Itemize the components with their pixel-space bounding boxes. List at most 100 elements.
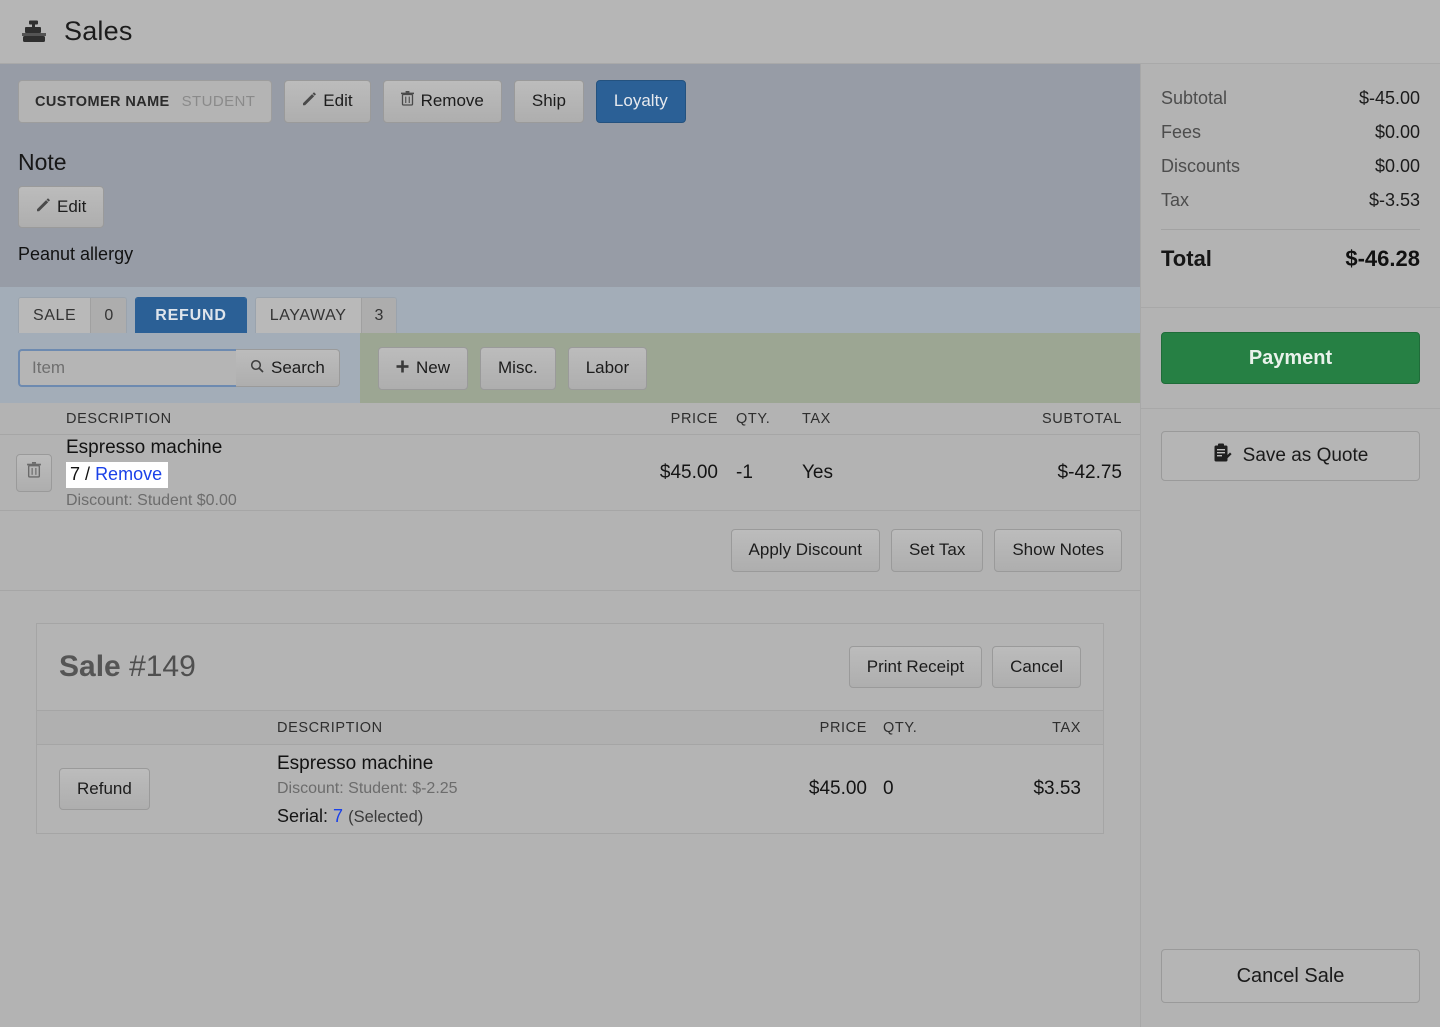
save-as-quote-label: Save as Quote bbox=[1242, 445, 1369, 466]
sale-card-header: Sale #149 Print Receipt Cancel bbox=[37, 624, 1103, 712]
tab-layaway-label: LAYAWAY bbox=[255, 298, 361, 334]
main-column: CUSTOMER NAME STUDENT Edit Remove Ship L… bbox=[0, 64, 1140, 1027]
serial-number: 7 bbox=[70, 464, 81, 485]
totals-row-fees: Fees $0.00 bbox=[1161, 122, 1420, 143]
cancel-button[interactable]: Cancel bbox=[992, 645, 1081, 689]
customer-name-field[interactable]: CUSTOMER NAME STUDENT bbox=[18, 80, 273, 123]
col-qty: QTY. bbox=[736, 410, 771, 427]
search-button-label: Search bbox=[271, 358, 325, 378]
transaction-tabs: SALE 0 REFUND LAYAWAY 3 bbox=[0, 287, 1140, 334]
ship-button[interactable]: Ship bbox=[513, 80, 584, 123]
labor-item-button[interactable]: Labor bbox=[567, 347, 648, 390]
print-receipt-button[interactable]: Print Receipt bbox=[848, 645, 983, 689]
sale-row-serial: Serial: 7 (Selected) bbox=[277, 806, 717, 827]
sale-row-name: Espresso machine bbox=[277, 752, 434, 774]
title-bar: Sales bbox=[0, 0, 1440, 64]
payment-zone: Payment bbox=[1141, 308, 1440, 408]
show-notes-button[interactable]: Show Notes bbox=[994, 529, 1122, 572]
serial-separator: / bbox=[85, 464, 91, 485]
apply-discount-button[interactable]: Apply Discount bbox=[730, 529, 880, 572]
search-icon bbox=[250, 358, 264, 378]
new-item-button[interactable]: New bbox=[378, 347, 469, 390]
sale-row-price: $45.00 bbox=[808, 778, 867, 800]
tax-label: Tax bbox=[1161, 190, 1190, 210]
customer-edit-label: Edit bbox=[323, 91, 353, 111]
discounts-value: $0.00 bbox=[1374, 156, 1420, 176]
trash-icon bbox=[400, 91, 414, 111]
sale-row-qty: 0 bbox=[883, 778, 894, 800]
totals-row-tax: Tax $-3.53 bbox=[1161, 190, 1420, 211]
set-tax-button[interactable]: Set Tax bbox=[890, 529, 984, 572]
sale-row-action-cell: Refund bbox=[37, 767, 277, 811]
customer-remove-button[interactable]: Remove bbox=[382, 80, 502, 123]
tab-layaway-count: 3 bbox=[360, 298, 397, 334]
items-table-header: DESCRIPTION PRICE QTY. TAX SUBTOTAL bbox=[0, 403, 1140, 436]
sale-card-title: Sale #149 bbox=[59, 650, 196, 684]
cash-register-icon bbox=[20, 19, 48, 45]
cancel-sale-zone: Cancel Sale bbox=[1141, 949, 1440, 1027]
customer-name-value: STUDENT bbox=[181, 93, 256, 110]
clipboard-pencil-icon bbox=[1213, 443, 1232, 469]
cancel-sale-button[interactable]: Cancel Sale bbox=[1161, 949, 1420, 1003]
sale-col-qty: QTY. bbox=[883, 719, 918, 736]
misc-item-button[interactable]: Misc. bbox=[480, 347, 556, 390]
sales-app-window: Sales CUSTOMER NAME STUDENT Edit Remove … bbox=[0, 0, 1440, 1027]
refund-line-button[interactable]: Refund bbox=[59, 767, 150, 811]
col-tax: TAX bbox=[802, 410, 831, 427]
item-action-zone: New Misc. Labor bbox=[360, 333, 1140, 404]
tab-refund[interactable]: REFUND bbox=[135, 297, 247, 334]
payment-button[interactable]: Payment bbox=[1161, 332, 1420, 384]
line-item-description: Espresso machine 7 / Remove Discount: St… bbox=[0, 436, 598, 511]
sale-row-tax: $3.53 bbox=[1033, 778, 1081, 800]
note-edit-button[interactable]: Edit bbox=[18, 186, 105, 229]
customer-edit-button[interactable]: Edit bbox=[284, 80, 371, 123]
sale-card-buttons: Print Receipt Cancel bbox=[848, 645, 1081, 689]
tab-sale-count: 0 bbox=[90, 298, 127, 334]
sale-card-table-header: DESCRIPTION PRICE QTY. TAX bbox=[37, 711, 1103, 746]
fees-label: Fees bbox=[1161, 122, 1202, 142]
line-item-price: $45.00 bbox=[659, 461, 718, 483]
tab-layaway[interactable]: LAYAWAY 3 bbox=[254, 297, 398, 334]
tax-value: $-3.53 bbox=[1368, 190, 1420, 210]
col-description: DESCRIPTION bbox=[66, 410, 172, 427]
table-row: Espresso machine 7 / Remove Discount: St… bbox=[0, 435, 1140, 512]
totals-row-discounts: Discounts $0.00 bbox=[1161, 156, 1420, 177]
save-as-quote-button[interactable]: Save as Quote bbox=[1161, 431, 1420, 481]
discounts-label: Discounts bbox=[1161, 156, 1241, 176]
trash-icon bbox=[27, 462, 41, 483]
line-item-subtotal: $-42.75 bbox=[1057, 461, 1122, 483]
row-delete-cell bbox=[0, 435, 68, 510]
totals-block: Subtotal $-45.00 Fees $0.00 Discounts $0… bbox=[1141, 64, 1440, 307]
customer-note-panel: CUSTOMER NAME STUDENT Edit Remove Ship L… bbox=[0, 64, 1140, 288]
customer-remove-label: Remove bbox=[420, 91, 484, 111]
tab-sale-label: SALE bbox=[19, 298, 91, 334]
sale-row-serial-state: (Selected) bbox=[348, 807, 424, 826]
delete-line-item-button[interactable] bbox=[16, 453, 52, 492]
page-title: Sales bbox=[64, 16, 133, 46]
pencil-icon bbox=[302, 91, 317, 111]
serial-highlight: 7 / Remove bbox=[66, 462, 169, 489]
totals-row-total: Total $-46.28 bbox=[1161, 246, 1420, 272]
item-search-strip: Search New Misc. Labor bbox=[0, 333, 1140, 404]
sale-card-title-prefix: Sale bbox=[59, 649, 121, 683]
note-edit-label: Edit bbox=[57, 197, 87, 216]
note-text: Peanut allergy bbox=[18, 244, 134, 265]
list-item: Refund Espresso machine Discount: Studen… bbox=[37, 745, 1103, 833]
search-button[interactable]: Search bbox=[236, 349, 340, 388]
tab-refund-label: REFUND bbox=[136, 298, 246, 334]
totals-sidebar: Subtotal $-45.00 Fees $0.00 Discounts $0… bbox=[1140, 64, 1440, 1027]
plus-icon bbox=[396, 358, 409, 378]
tab-sale[interactable]: SALE 0 bbox=[18, 297, 128, 334]
col-price: PRICE bbox=[670, 410, 718, 427]
sale-card: Sale #149 Print Receipt Cancel DESCRIPTI… bbox=[36, 622, 1104, 835]
note-edit-row: Edit bbox=[18, 186, 1122, 229]
sale-row-serial-value[interactable]: 7 bbox=[333, 806, 343, 826]
loyalty-button[interactable]: Loyalty bbox=[595, 80, 686, 123]
fees-value: $0.00 bbox=[1374, 122, 1420, 142]
serial-remove-link[interactable]: Remove bbox=[95, 464, 162, 484]
sale-card-title-number: #149 bbox=[129, 649, 196, 683]
search-input[interactable] bbox=[18, 349, 236, 388]
total-value: $-46.28 bbox=[1345, 246, 1420, 271]
totals-divider bbox=[1161, 229, 1420, 230]
